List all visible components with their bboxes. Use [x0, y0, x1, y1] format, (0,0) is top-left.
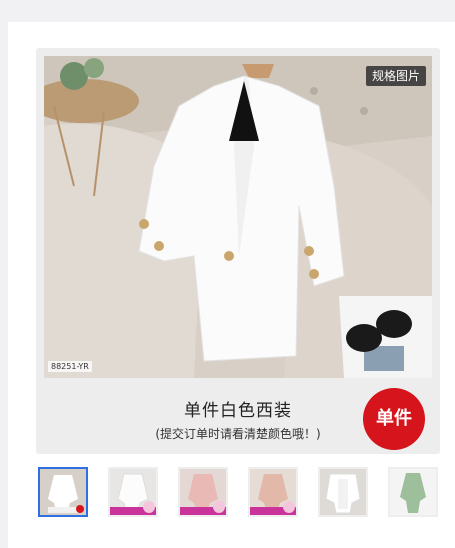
product-photo[interactable]: 规格图片 88251-YR [44, 56, 432, 378]
thumbnail-pink-variant[interactable] [178, 467, 228, 517]
spec-image-badge: 规格图片 [365, 66, 426, 86]
thumbnail-white-set-variant[interactable] [318, 467, 368, 517]
thumbnail-green-variant[interactable] [388, 467, 438, 517]
thumbnail-white-single[interactable] [38, 467, 88, 517]
thumbnail-white-variant[interactable] [108, 467, 158, 517]
thumbnail-strip [38, 467, 442, 521]
blazer-photo-illustration [44, 56, 432, 378]
sku-label: 88251-YR [48, 361, 92, 372]
thumbnail-beige-pink-variant[interactable] [248, 467, 298, 517]
single-item-badge: 单件 [363, 388, 425, 450]
main-product-image-panel: 规格图片 88251-YR 单件白色西装 (提交订单时请看清楚颜色哦！) 单件 [36, 48, 440, 454]
